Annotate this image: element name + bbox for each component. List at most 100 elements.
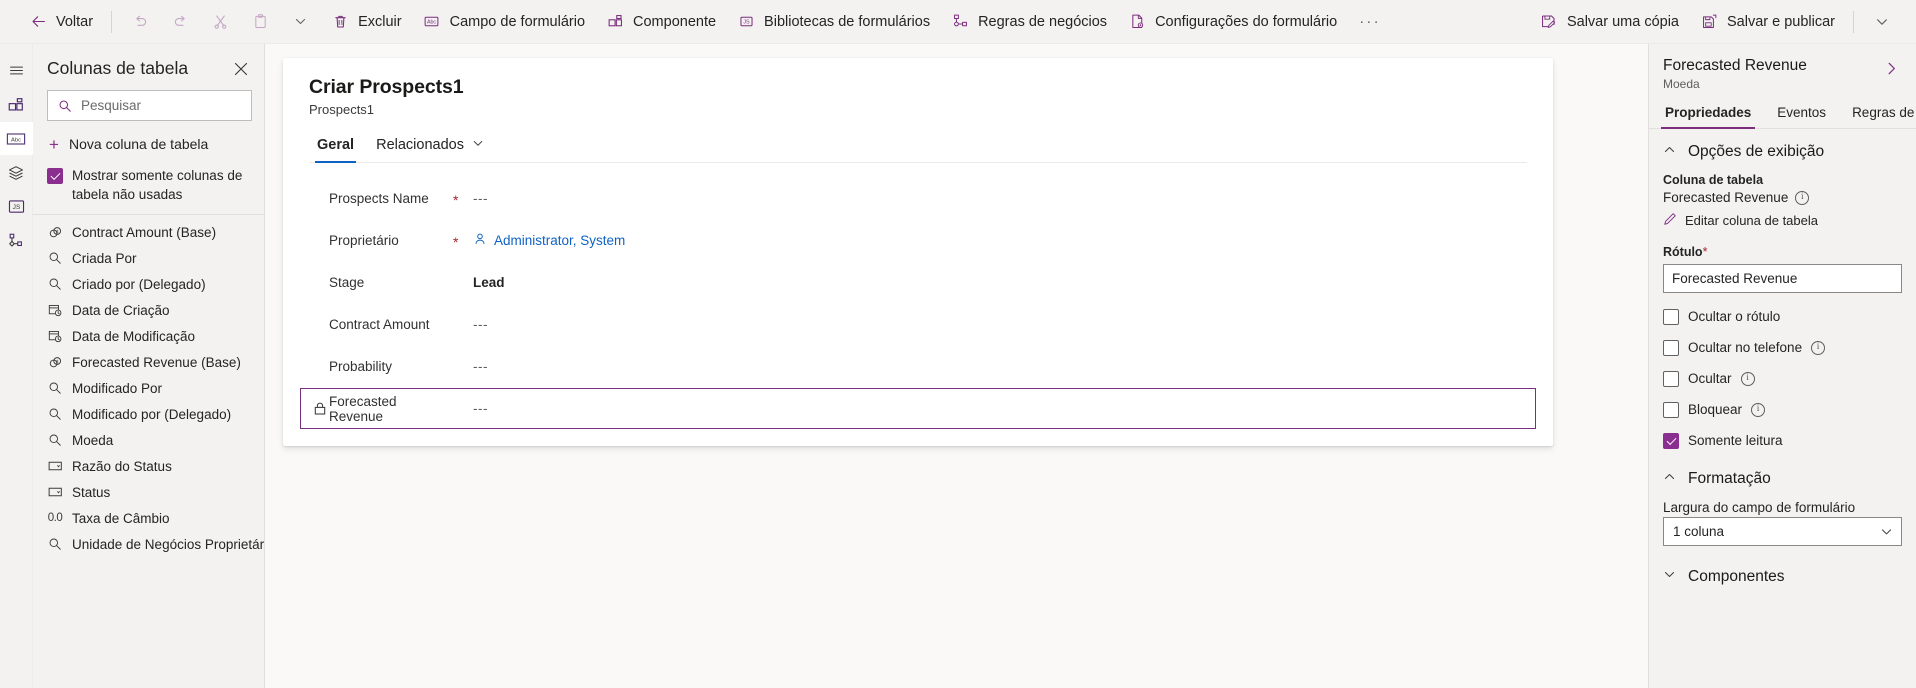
sidebar-item-table-columns[interactable]: Abc bbox=[0, 122, 33, 155]
field-width-label: Largura do campo de formulário bbox=[1663, 500, 1856, 515]
show-unused-only-checkbox[interactable]: Mostrar somente colunas de tabela não us… bbox=[47, 167, 252, 204]
delete-button[interactable]: Excluir bbox=[320, 6, 412, 38]
list-item[interactable]: Data de Criação bbox=[33, 297, 264, 323]
tab-propriedades[interactable]: Propriedades bbox=[1659, 101, 1757, 129]
svg-text:JS: JS bbox=[743, 20, 750, 26]
form-field-row-stage[interactable]: Stage Lead bbox=[300, 262, 1536, 303]
rotulo-input-wrap[interactable] bbox=[1663, 264, 1902, 293]
form-field-icon: Abc bbox=[422, 12, 442, 32]
paste-options-chevron-button[interactable] bbox=[280, 6, 320, 38]
form-settings-button[interactable]: Configurações do formulário bbox=[1117, 6, 1347, 38]
datetime-icon bbox=[47, 329, 63, 343]
lookup-icon bbox=[47, 407, 63, 421]
list-item[interactable]: Modificado por (Delegado) bbox=[33, 401, 264, 427]
save-copy-button[interactable]: Salvar uma cópia bbox=[1529, 6, 1689, 38]
list-item[interactable]: Modificado Por bbox=[33, 375, 264, 401]
table-columns-list[interactable]: $ Contract Amount (Base) Criada Por Cria… bbox=[33, 214, 264, 688]
new-table-column-label: Nova coluna de tabela bbox=[69, 136, 209, 152]
list-item[interactable]: 0.0 Taxa de Câmbio bbox=[33, 505, 264, 531]
field-value: --- bbox=[473, 401, 488, 416]
search-box[interactable] bbox=[47, 90, 258, 121]
form-field-row-prospects-name[interactable]: Prospects Name * --- bbox=[300, 178, 1536, 219]
overflow-menu-button[interactable]: ··· bbox=[1347, 6, 1393, 38]
paste-button[interactable] bbox=[240, 6, 280, 38]
checkbox-ocultar-no-telefone[interactable]: Ocultar no telefone i bbox=[1649, 332, 1916, 363]
cut-button[interactable] bbox=[200, 6, 240, 38]
save-options-chevron-button[interactable] bbox=[1862, 6, 1902, 38]
component-button[interactable]: Componente bbox=[595, 6, 726, 38]
list-item-label: Moeda bbox=[72, 432, 114, 448]
info-icon[interactable]: i bbox=[1751, 402, 1766, 417]
form-libraries-button[interactable]: JS Bibliotecas de formulários bbox=[726, 6, 940, 38]
info-icon[interactable]: i bbox=[1795, 190, 1810, 205]
table-column-value-row: Forecasted Revenue i bbox=[1649, 189, 1916, 205]
table-columns-panel-header: Colunas de tabela bbox=[33, 44, 264, 88]
checkbox-bloquear[interactable]: Bloquear i bbox=[1649, 394, 1916, 425]
form-field-button[interactable]: Abc Campo de formulário bbox=[412, 6, 595, 38]
plus-icon: + bbox=[49, 134, 59, 154]
layers-icon[interactable] bbox=[0, 156, 33, 189]
chevron-right-icon[interactable] bbox=[1880, 57, 1902, 79]
required-asterisk-none bbox=[453, 281, 473, 284]
svg-text:Abc: Abc bbox=[11, 137, 21, 143]
lock-icon bbox=[313, 402, 327, 415]
list-item[interactable]: Data de Modificação bbox=[33, 323, 264, 349]
business-rules-button[interactable]: Regras de negócios bbox=[940, 6, 1117, 38]
field-value: Lead bbox=[473, 275, 505, 290]
new-table-column-button[interactable]: + Nova coluna de tabela bbox=[47, 131, 252, 157]
form-settings-icon bbox=[1127, 12, 1147, 32]
required-asterisk-none bbox=[453, 323, 473, 326]
edit-table-column-link[interactable]: Editar coluna de tabela bbox=[1649, 205, 1916, 231]
edit-table-column-label: Editar coluna de tabela bbox=[1685, 213, 1818, 228]
tab-eventos[interactable]: Eventos bbox=[1771, 101, 1832, 128]
rotulo-input[interactable] bbox=[1672, 271, 1893, 286]
close-icon[interactable] bbox=[230, 58, 252, 80]
info-icon[interactable]: i bbox=[1740, 371, 1755, 386]
main-body: Abc JS Colunas de tabela Pesquisar + Nov… bbox=[0, 44, 1916, 688]
form-field-row-forecasted-revenue[interactable]: Forecasted Revenue --- bbox=[300, 388, 1536, 429]
tab-geral[interactable]: Geral bbox=[309, 131, 362, 163]
command-bar: Voltar Excluir Abc Campo de formulário C… bbox=[0, 0, 1916, 44]
business-rules-icon[interactable] bbox=[0, 224, 33, 257]
section-display-options[interactable]: Opções de exibição bbox=[1649, 129, 1916, 167]
save-and-publish-button[interactable]: Salvar e publicar bbox=[1689, 6, 1845, 38]
form-field-row-proprietario[interactable]: Proprietário * Administrator, System bbox=[300, 220, 1536, 261]
list-item[interactable]: Status bbox=[33, 479, 264, 505]
list-item[interactable]: Criada Por bbox=[33, 245, 264, 271]
form-field-row-probability[interactable]: Probability --- bbox=[300, 346, 1536, 387]
field-value-owner: Administrator, System bbox=[473, 232, 625, 249]
checkbox-label: Ocultar bbox=[1688, 371, 1732, 386]
form-tabs: Geral Relacionados bbox=[309, 131, 1527, 163]
section-formatting[interactable]: Formatação bbox=[1649, 456, 1916, 494]
field-width-select[interactable]: 1 coluna bbox=[1663, 517, 1902, 546]
properties-subtitle: Moeda bbox=[1663, 77, 1700, 91]
list-item[interactable]: $ Contract Amount (Base) bbox=[33, 219, 264, 245]
list-item[interactable]: Razão do Status bbox=[33, 453, 264, 479]
redo-button[interactable] bbox=[160, 6, 200, 38]
checkbox-somente-leitura[interactable]: Somente leitura bbox=[1649, 425, 1916, 456]
section-components[interactable]: Componentes bbox=[1649, 546, 1916, 592]
tab-relacionados[interactable]: Relacionados bbox=[368, 131, 492, 162]
hamburger-menu-icon[interactable] bbox=[0, 54, 33, 87]
undo-button[interactable] bbox=[120, 6, 160, 38]
cut-icon bbox=[210, 12, 230, 32]
form-field-row-contract-amount[interactable]: Contract Amount --- bbox=[300, 304, 1536, 345]
save-publish-icon bbox=[1699, 12, 1719, 32]
svg-text:JS: JS bbox=[12, 204, 20, 211]
choice-icon bbox=[47, 460, 63, 472]
list-item[interactable]: Moeda bbox=[33, 427, 264, 453]
list-item[interactable]: Criado por (Delegado) bbox=[33, 271, 264, 297]
checkbox-ocultar-o-rotulo[interactable]: Ocultar o rótulo bbox=[1649, 301, 1916, 332]
js-library-icon[interactable]: JS bbox=[0, 190, 33, 223]
back-button[interactable]: Voltar bbox=[18, 6, 103, 38]
list-item[interactable]: Unidade de Negócios Proprietária bbox=[33, 531, 264, 557]
page-subtitle: Prospects1 bbox=[309, 102, 375, 117]
tab-regras-de-negocios[interactable]: Regras de n bbox=[1846, 101, 1916, 128]
info-icon[interactable]: i bbox=[1811, 340, 1826, 355]
list-item-label: Razão do Status bbox=[72, 458, 172, 474]
currency-icon: $ bbox=[47, 355, 63, 370]
checkbox-ocultar[interactable]: Ocultar i bbox=[1649, 363, 1916, 394]
components-tree-icon[interactable] bbox=[0, 88, 33, 121]
search-input[interactable] bbox=[74, 98, 258, 113]
list-item[interactable]: $ Forecasted Revenue (Base) bbox=[33, 349, 264, 375]
